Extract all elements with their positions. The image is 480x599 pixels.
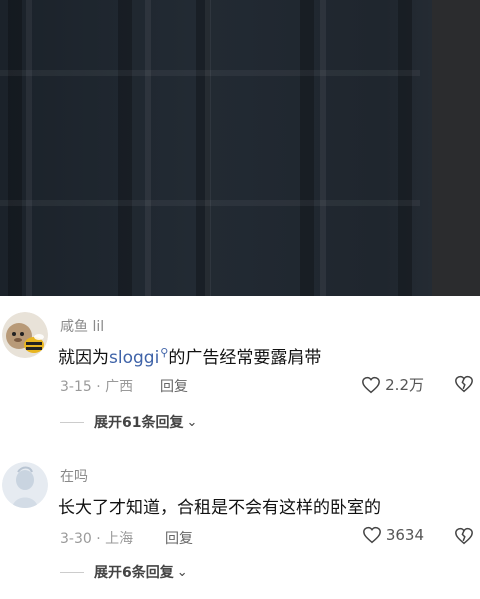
comment-text: 长大了才知道，合租是不会有这样的卧室的: [58, 498, 381, 518]
heart-icon: [362, 526, 381, 544]
reply-button[interactable]: 回复: [165, 528, 193, 548]
broken-heart-icon: [455, 527, 473, 545]
heart-icon: [362, 376, 381, 393]
comment-text: 就因为sloggi⚲的广告经常要露肩带: [58, 343, 321, 368]
chevron-down-icon: ⌄: [186, 414, 198, 430]
avatar[interactable]: [2, 462, 48, 508]
expand-replies-button[interactable]: 展开61条回复 ⌄: [60, 412, 197, 432]
like-count: 3634: [385, 526, 424, 544]
like-count: 2.2万: [385, 376, 424, 394]
comment-text-suffix: 的广告经常要露肩带: [168, 348, 322, 368]
comment-text-prefix: 就因为: [58, 348, 109, 368]
date-location: 3-15 · 广西: [60, 379, 134, 395]
comment-item: 在吗 长大了才知道，合租是不会有这样的卧室的 3-30 · 上海 回复 3634…: [0, 446, 480, 599]
broken-heart-icon: [455, 375, 473, 393]
avatar[interactable]: [2, 312, 48, 358]
username[interactable]: 在吗: [60, 466, 88, 486]
chevron-down-icon: ⌄: [176, 564, 188, 580]
comment-item: 咸鱼 lil 就因为sloggi⚲的广告经常要露肩带 3-15 · 广西 回复 …: [0, 296, 480, 446]
keyword-link[interactable]: sloggi: [109, 348, 159, 368]
like-button[interactable]: 2.2万: [361, 374, 424, 395]
like-button[interactable]: 3634: [362, 526, 424, 544]
date-location: 3-30 · 上海: [60, 531, 134, 547]
divider-line: [60, 421, 84, 423]
expand-replies-label: 展开6条回复: [94, 565, 174, 581]
video-frame[interactable]: [0, 0, 480, 296]
dislike-button[interactable]: [454, 527, 474, 549]
expand-replies-button[interactable]: 展开6条回复 ⌄: [60, 562, 188, 582]
username[interactable]: 咸鱼 lil: [60, 316, 104, 336]
divider-line: [60, 571, 84, 573]
reply-button[interactable]: 回复: [160, 376, 188, 396]
dislike-button[interactable]: [454, 375, 474, 397]
expand-replies-label: 展开61条回复: [94, 415, 184, 431]
